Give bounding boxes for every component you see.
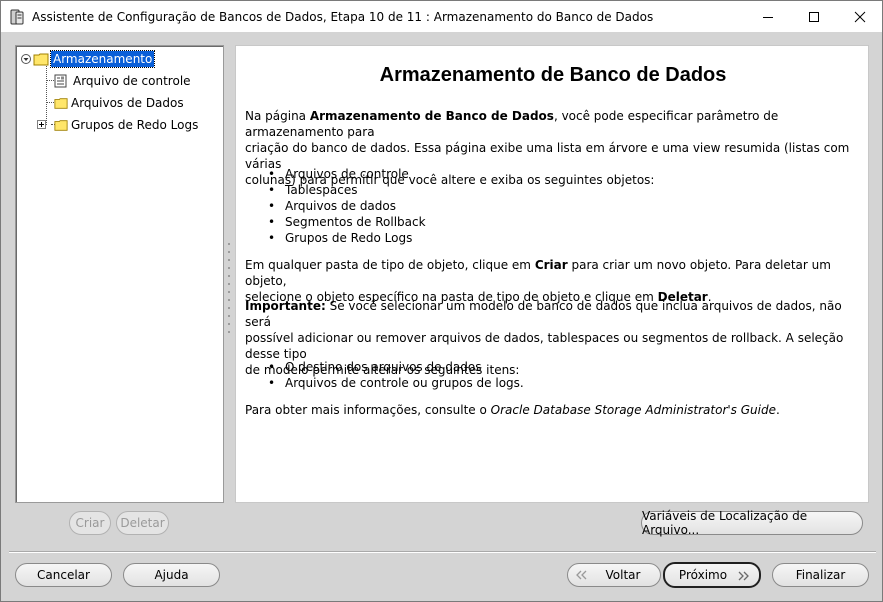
tree-root-label: Armazenamento [49,50,156,68]
folder-icon [54,120,68,131]
storage-tree[interactable]: Armazenamento Arquivo de controle Arquiv… [15,45,224,503]
tree-node-control-file[interactable]: Arquivo de controle [54,72,193,90]
tree-connector [46,66,47,125]
list-item: Arquivos de controle ou grupos de logs. [268,375,524,391]
finish-button[interactable]: Finalizar [772,563,869,587]
editable-items-list: O destino dos arquivos de dados Arquivos… [268,359,524,391]
folder-icon [54,98,68,109]
next-button[interactable]: Próximo [663,562,761,588]
window-title: Assistente de Configuração de Bancos de … [32,10,654,24]
panel-splitter[interactable] [227,241,231,341]
help-panel: Armazenamento de Banco de Dados Na págin… [235,45,869,503]
tree-connector [46,80,54,81]
close-icon [854,11,866,22]
file-location-variables-button[interactable]: Variáveis de Localização de Arquivo... [641,509,863,537]
maximize-icon [809,11,819,22]
list-item: Arquivos de controle [268,166,426,182]
back-button[interactable]: Voltar [567,563,661,587]
tree-node-armazenamento[interactable]: Armazenamento [20,50,156,68]
chevron-right-icon [738,571,749,581]
folder-icon [33,53,49,66]
wizard-window: Assistente de Configuração de Bancos de … [0,0,883,602]
list-item: O destino dos arquivos de dados [268,359,524,375]
tree-connector [46,102,54,103]
back-label: Voltar [605,568,641,582]
close-button[interactable] [837,1,883,32]
tree-node-redo-log-groups[interactable]: Grupos de Redo Logs [54,116,200,134]
create-button[interactable]: Criar [69,511,111,535]
footer-separator [9,551,876,553]
help-paragraph-more-info: Para obter mais informações, consulte o … [245,403,780,417]
database-app-icon [9,9,25,25]
help-button[interactable]: Ajuda [123,563,220,587]
list-item: Tablespaces [268,182,426,198]
help-heading: Armazenamento de Banco de Dados [379,64,727,86]
minimize-button[interactable] [745,1,791,32]
title-bar: Assistente de Configuração de Bancos de … [1,1,882,32]
tree-item-label: Arquivos de Dados [71,96,184,110]
next-label: Próximo [678,568,728,582]
cancel-button[interactable]: Cancelar [15,563,112,587]
maximize-button[interactable] [791,1,837,32]
objects-list: Arquivos de controle Tablespaces Arquivo… [268,166,426,246]
collapse-icon[interactable] [20,53,32,65]
chevron-left-icon [576,570,587,580]
list-item: Arquivos de dados [268,198,426,214]
list-item: Segmentos de Rollback [268,214,426,230]
delete-button[interactable]: Deletar [116,511,169,535]
control-file-icon [54,74,67,88]
tree-item-label: Grupos de Redo Logs [71,118,199,132]
list-item: Grupos de Redo Logs [268,230,426,246]
tree-node-datafiles[interactable]: Arquivos de Dados [54,94,186,112]
minimize-icon [763,16,773,18]
tree-item-label: Arquivo de controle [73,74,191,88]
expand-icon[interactable] [37,120,46,129]
